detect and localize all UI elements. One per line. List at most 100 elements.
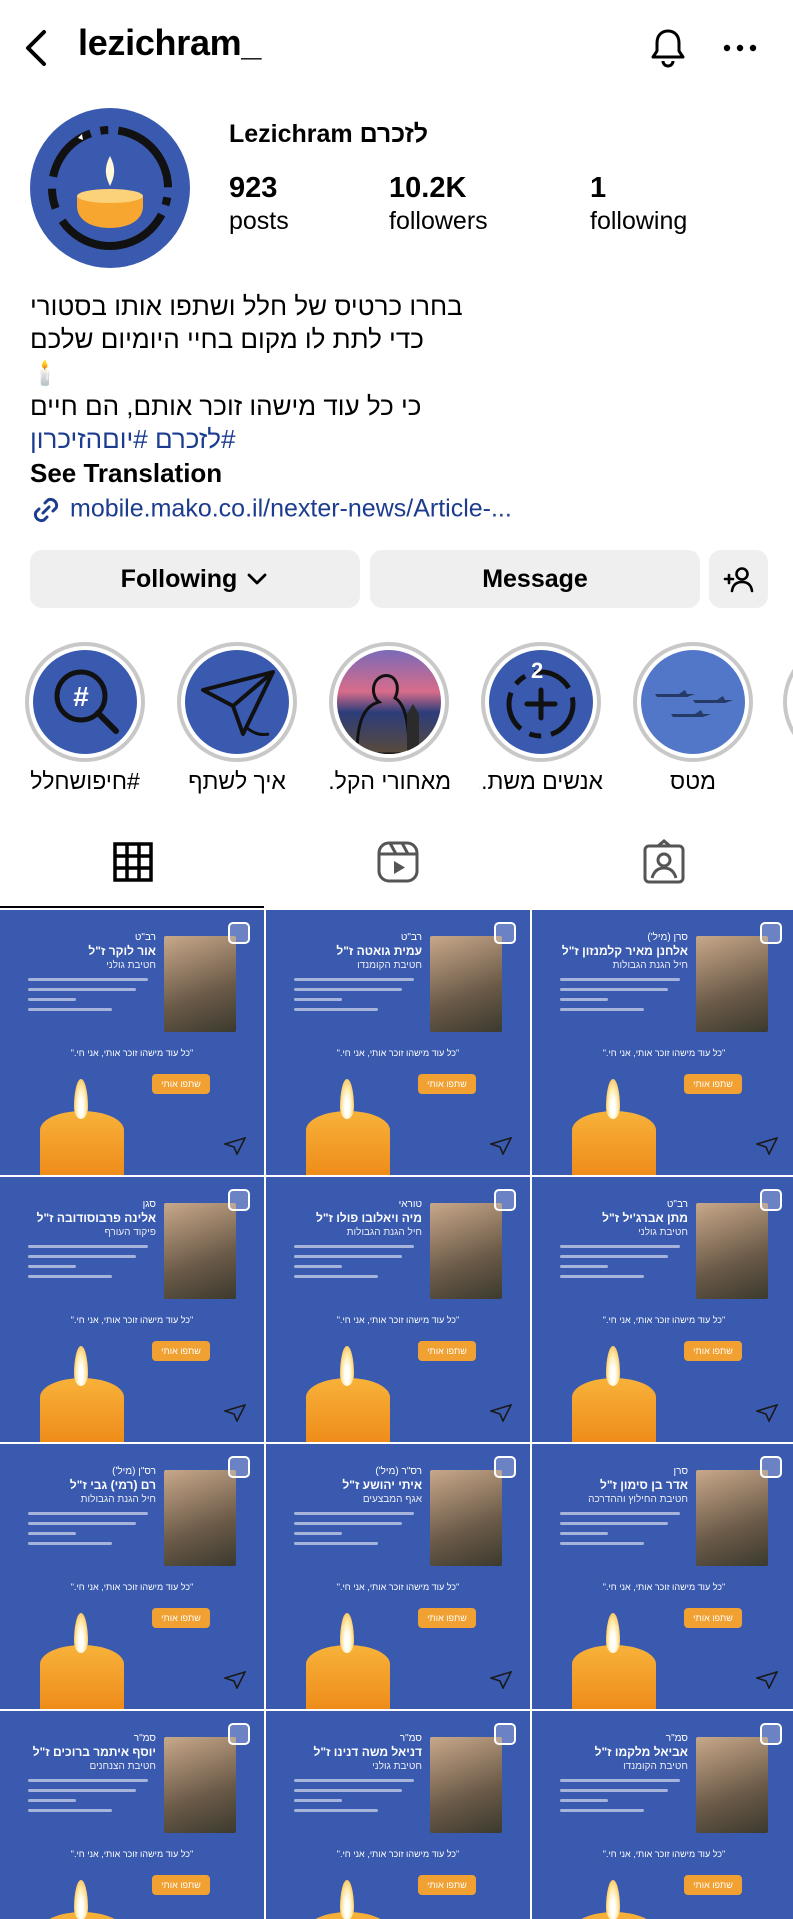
post-quote: "כל עוד מישהו זוכר אותי, אני חי." bbox=[336, 1048, 460, 1058]
soldier-name: איתי יהושע ז"ל bbox=[342, 1478, 422, 1492]
soldier-unit: חטיבת הקומנדו bbox=[623, 1761, 688, 1772]
paper-plane-icon bbox=[224, 1404, 246, 1422]
soldier-name: אדר בן סימון ז"ל bbox=[599, 1478, 688, 1492]
soldier-unit: חיל הגנת הגבולות bbox=[346, 1227, 422, 1238]
grid-post[interactable]: סרן (מיל') אלחנן מאיר קלמנזון ז"ל חיל הגנת… bbox=[532, 910, 793, 1175]
soldier-unit: חטיבת גולני bbox=[638, 1227, 688, 1238]
grid-post[interactable]: טוראי מיה ויאלובו פולו ז"ל חיל הגנת הגבולו… bbox=[266, 1177, 530, 1442]
bell-icon[interactable] bbox=[646, 26, 690, 70]
soldier-photo bbox=[164, 1737, 236, 1833]
highlight-item[interactable]: # #חיפושחלל bbox=[23, 642, 147, 795]
multi-post-icon bbox=[494, 1456, 516, 1478]
details-lines bbox=[294, 1245, 414, 1285]
highlight-item[interactable]: 2 אנשים משת... bbox=[479, 642, 603, 795]
multi-post-icon bbox=[494, 1723, 516, 1745]
svg-text:2: 2 bbox=[531, 658, 543, 683]
multi-post-icon bbox=[228, 1189, 250, 1211]
flame-icon bbox=[340, 1880, 354, 1919]
posts-label: posts bbox=[229, 207, 289, 235]
grid-post[interactable]: רס"ר (מיל') איתי יהושע ז"ל אגף המבצעים "כל … bbox=[266, 1444, 530, 1709]
grid-post[interactable]: סמ"ר יוסף איתמר ברוכים ז"ל חטיבת הצנחנים "כ… bbox=[0, 1711, 264, 1919]
details-lines bbox=[294, 978, 414, 1018]
multi-post-icon bbox=[228, 1723, 250, 1745]
share-button: שתפו אותי bbox=[418, 1608, 476, 1628]
highlight-item-partial[interactable] bbox=[783, 642, 793, 762]
grid-post[interactable]: סמ"ר אביאל מלקמו ז"ל חטיבת הקומנדו "כל עוד … bbox=[532, 1711, 793, 1919]
grid-post[interactable]: רס"ן (מיל') רם (רמי) גבי ז"ל חיל הגנת הגבו… bbox=[0, 1444, 264, 1709]
soldier-rank: סמ"ר bbox=[665, 1733, 688, 1744]
bio-link-text: mobile.mako.co.il/nexter-news/Article-..… bbox=[70, 494, 512, 523]
highlight-label: איך לשתף bbox=[188, 768, 286, 794]
highlight-item[interactable]: מטס bbox=[631, 642, 755, 795]
followers-stat[interactable]: 10.2K followers bbox=[389, 172, 488, 236]
share-button: שתפו אותי bbox=[684, 1074, 742, 1094]
grid-post[interactable]: רב"ט מתן אברג'יל ז"ל חטיבת גולני "כל עוד מי… bbox=[532, 1177, 793, 1442]
soldier-rank: סמ"ר bbox=[399, 1733, 422, 1744]
bio-line: בחרו כרטיס של חלל ושתפו אותו בסטורי bbox=[30, 291, 463, 321]
details-lines bbox=[28, 1245, 148, 1285]
highlight-item[interactable]: מאחורי הקל... bbox=[327, 642, 451, 795]
post-quote: "כל עוד מישהו זוכר אותי, אני חי." bbox=[602, 1582, 726, 1592]
soldier-rank: סרן (מיל') bbox=[647, 932, 688, 943]
candle-icon bbox=[572, 1111, 656, 1175]
grid-icon[interactable] bbox=[109, 838, 157, 886]
highlight-ring bbox=[783, 642, 793, 762]
highlight-label: מטס bbox=[670, 768, 716, 794]
candle-icon bbox=[306, 1111, 390, 1175]
multi-post-icon bbox=[760, 922, 782, 944]
highlight-item[interactable]: איך לשתף bbox=[175, 642, 299, 795]
tagged-icon[interactable] bbox=[640, 838, 688, 886]
flame-icon bbox=[606, 1613, 620, 1653]
post-quote: "כל עוד מישהו זוכר אותי, אני חי." bbox=[602, 1048, 726, 1058]
soldier-photo bbox=[696, 1737, 768, 1833]
post-quote: "כל עוד מישהו זוכר אותי, אני חי." bbox=[602, 1849, 726, 1859]
bio-line: כדי לתת לו מקום בחיי היומיום שלכם bbox=[30, 324, 424, 354]
paper-plane-icon bbox=[224, 1137, 246, 1155]
grid-post[interactable]: רב"ט אור לוקר ז"ל חטיבת גולני "כל עוד מישהו… bbox=[0, 910, 264, 1175]
share-button: שתפו אותי bbox=[152, 1074, 210, 1094]
link-icon bbox=[33, 497, 59, 523]
highlight-label: אנשים משת... bbox=[479, 768, 603, 794]
soldier-unit: חטיבת החילוץ וההדרכה bbox=[588, 1494, 688, 1505]
flame-icon bbox=[340, 1079, 354, 1119]
grid-post[interactable]: רב"ט עמית גואטה ז"ל חטיבת הקומנדו "כל עוד מ… bbox=[266, 910, 530, 1175]
following-count: 1 bbox=[590, 172, 607, 204]
grid-post[interactable]: סרן אדר בן סימון ז"ל חטיבת החילוץ וההדרכה "… bbox=[532, 1444, 793, 1709]
soldier-photo bbox=[164, 936, 236, 1032]
soldier-rank: רס"ר (מיל') bbox=[375, 1466, 422, 1477]
following-button[interactable]: Following bbox=[30, 550, 360, 608]
candle-icon bbox=[40, 1645, 124, 1709]
share-button: שתפו אותי bbox=[152, 1608, 210, 1628]
candle-logo-icon bbox=[48, 126, 172, 250]
add-person-icon bbox=[723, 567, 753, 593]
message-button-label: Message bbox=[482, 564, 588, 593]
soldier-name: רם (רמי) גבי ז"ל bbox=[69, 1478, 156, 1492]
message-button[interactable]: Message bbox=[370, 550, 700, 608]
posts-stat[interactable]: 923 posts bbox=[229, 172, 289, 236]
multi-post-icon bbox=[760, 1723, 782, 1745]
flame-icon bbox=[74, 1346, 88, 1386]
soldier-photo bbox=[430, 1203, 502, 1299]
post-quote: "כל עוד מישהו זוכר אותי, אני חי." bbox=[602, 1315, 726, 1325]
following-stat[interactable]: 1 following bbox=[590, 172, 687, 236]
grid-post[interactable]: סגן אלינה פרבוסודובה ז"ל פיקוד העורף "כל עו… bbox=[0, 1177, 264, 1442]
more-options-icon[interactable] bbox=[722, 26, 758, 70]
grid-post[interactable]: סמ"ר דניאל משה דנינו ז"ל חטיבת גולני "כל עו… bbox=[266, 1711, 530, 1919]
see-translation-link[interactable]: See Translation bbox=[30, 458, 222, 489]
details-lines bbox=[294, 1512, 414, 1552]
suggested-accounts-button[interactable] bbox=[709, 550, 768, 608]
candle-emoji: 🕯️ bbox=[30, 360, 60, 387]
soldier-rank: רב"ט bbox=[666, 1199, 688, 1210]
highlight-ring bbox=[329, 642, 449, 762]
bio-hashtags[interactable]: #לזכרם #יוםהזיכרון bbox=[30, 424, 770, 455]
soldier-photo bbox=[696, 1203, 768, 1299]
bio-link[interactable]: mobile.mako.co.il/nexter-news/Article-..… bbox=[30, 494, 512, 526]
paper-plane-icon bbox=[490, 1404, 512, 1422]
reels-icon[interactable] bbox=[374, 838, 422, 886]
back-arrow-icon[interactable] bbox=[22, 28, 52, 68]
paper-plane-icon bbox=[756, 1137, 778, 1155]
details-lines bbox=[294, 1779, 414, 1819]
profile-avatar[interactable] bbox=[30, 108, 190, 268]
multi-post-icon bbox=[494, 1189, 516, 1211]
share-button: שתפו אותי bbox=[152, 1875, 210, 1895]
